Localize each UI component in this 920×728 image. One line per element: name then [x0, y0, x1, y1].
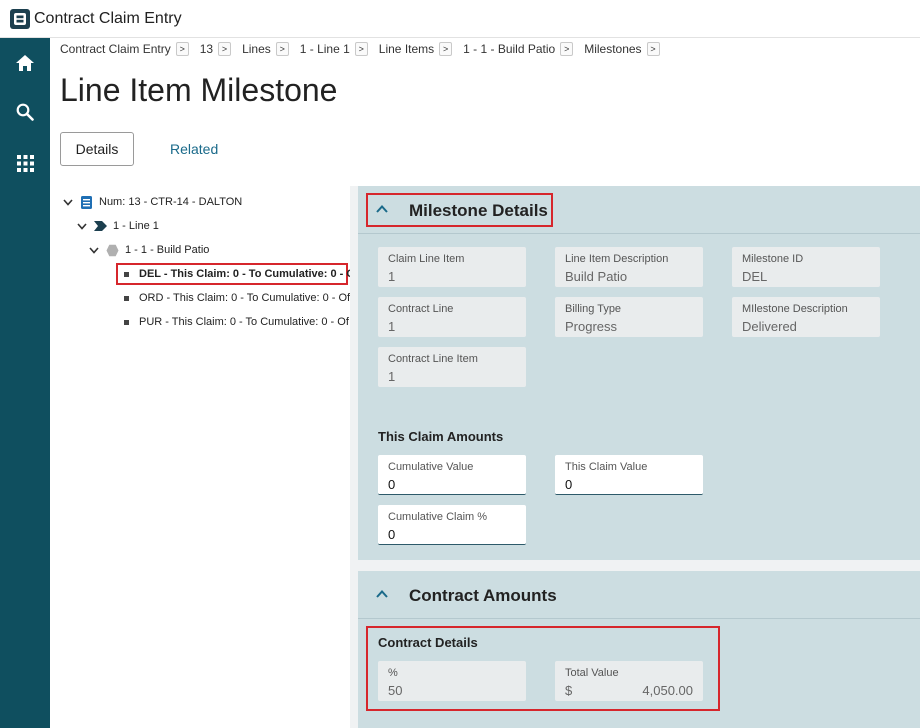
- field-label: Contract Line: [388, 303, 454, 315]
- field-label: Cumulative Claim %: [388, 511, 488, 523]
- record-tree: Num: 13 - CTR-14 - DALTON 1 - Line 1 1 -…: [60, 186, 359, 728]
- tree-line-label: 1 - Line 1: [113, 220, 159, 232]
- milestone-id-field: Milestone ID DEL: [732, 247, 880, 287]
- header-highlight: [366, 193, 553, 227]
- contract-amounts-title: Contract Amounts: [409, 586, 557, 605]
- chevron-right-icon[interactable]: >: [218, 42, 232, 56]
- percent-field: % 50: [378, 661, 526, 701]
- field-label: %: [388, 667, 398, 679]
- hexagon-icon: [106, 244, 119, 256]
- chevron-down-icon[interactable]: [88, 244, 100, 256]
- breadcrumb-line-1[interactable]: 1 - Line 1: [300, 42, 350, 56]
- field-label: MIlestone Description: [742, 303, 848, 315]
- tab-related[interactable]: Related: [170, 141, 218, 157]
- this-claim-value-input[interactable]: This Claim Value 0: [555, 455, 703, 495]
- chevron-down-icon[interactable]: [62, 196, 74, 208]
- contract-details-heading: Contract Details: [378, 635, 478, 650]
- cumulative-claim-pct-input[interactable]: Cumulative Claim % 0: [378, 505, 526, 545]
- bullet-icon: [124, 271, 129, 277]
- field-label: Total Value: [565, 667, 619, 679]
- tree-milestone-ord[interactable]: ORD - This Claim: 0 - To Cumulative: 0 -…: [124, 289, 350, 307]
- tree-root-label: Num: 13 - CTR-14 - DALTON: [99, 196, 243, 208]
- tree-node-root[interactable]: Num: 13 - CTR-14 - DALTON: [62, 193, 242, 211]
- chevron-right-icon[interactable]: >: [646, 42, 660, 56]
- line-tag-icon: [94, 221, 107, 231]
- tree-node-line[interactable]: 1 - Line 1: [76, 217, 159, 235]
- chevron-up-icon[interactable]: [375, 587, 389, 601]
- tab-details[interactable]: Details: [60, 132, 134, 166]
- field-value: 50: [388, 683, 403, 698]
- chevron-down-icon[interactable]: [76, 220, 88, 232]
- field-label: Contract Line Item: [388, 353, 478, 365]
- field-label: Claim Line Item: [388, 253, 465, 265]
- field-value: DEL: [742, 269, 768, 284]
- contract-amounts-section: Contract Amounts Contract Details % 50 T…: [358, 571, 920, 728]
- field-label: Milestone ID: [742, 253, 804, 265]
- field-value: Delivered: [742, 319, 797, 334]
- chevron-right-icon[interactable]: >: [354, 42, 368, 56]
- field-label: Line Item Description: [565, 253, 669, 265]
- app-logo-icon: [10, 8, 30, 29]
- contract-line-item-field: Contract Line Item 1: [378, 347, 526, 387]
- total-value-field: Total Value $ 4,050.00: [555, 661, 703, 701]
- bullet-icon: [124, 319, 129, 325]
- field-label: Billing Type: [565, 303, 622, 315]
- field-label: Cumulative Value: [388, 461, 474, 473]
- field-value[interactable]: 0: [388, 477, 395, 492]
- line-item-description-field: Line Item Description Build Patio: [555, 247, 703, 287]
- billing-type-field: Billing Type Progress: [555, 297, 703, 337]
- chevron-right-icon[interactable]: >: [439, 42, 453, 56]
- this-claim-amounts-heading: This Claim Amounts: [378, 429, 504, 444]
- field-label: This Claim Value: [565, 461, 648, 473]
- bullet-icon: [124, 295, 129, 301]
- contract-line-field: Contract Line 1: [378, 297, 526, 337]
- field-value: 4,050.00: [642, 683, 693, 698]
- chevron-right-icon[interactable]: >: [275, 42, 289, 56]
- chevron-right-icon[interactable]: >: [175, 42, 189, 56]
- tree-node-item[interactable]: 1 - 1 - Build Patio: [88, 241, 209, 259]
- tree-item-label: 1 - 1 - Build Patio: [125, 244, 210, 256]
- breadcrumb-line-items[interactable]: Line Items: [379, 42, 434, 56]
- field-value: 1: [388, 269, 396, 284]
- breadcrumb-lines[interactable]: Lines: [242, 42, 271, 56]
- app-title: Contract Claim Entry: [34, 9, 182, 27]
- tree-milestone-del[interactable]: DEL - This Claim: 0 - To Cumulative: 0 -…: [124, 265, 359, 283]
- left-nav: [0, 38, 50, 728]
- tree-milestone-label: ORD - This Claim: 0 - To Cumulative: 0 -…: [139, 292, 351, 304]
- search-icon[interactable]: [0, 92, 50, 132]
- home-icon[interactable]: [0, 43, 50, 83]
- field-value: Build Patio: [565, 269, 628, 284]
- currency-symbol: $: [565, 683, 573, 698]
- breadcrumb-contract-claim-entry[interactable]: Contract Claim Entry: [60, 42, 171, 56]
- milestone-details-section: Milestone Details Claim Line Item 1 Line…: [358, 186, 920, 560]
- field-value[interactable]: 0: [565, 477, 572, 492]
- cumulative-value-input[interactable]: Cumulative Value 0: [378, 455, 526, 495]
- tree-milestone-label: DEL - This Claim: 0 - To Cumulative: 0 -…: [139, 268, 359, 280]
- field-value[interactable]: 0: [388, 527, 395, 542]
- document-icon: [81, 195, 92, 209]
- breadcrumb-milestones[interactable]: Milestones: [584, 42, 641, 56]
- claim-line-item-field: Claim Line Item 1: [378, 247, 526, 287]
- contract-amounts-header[interactable]: Contract Amounts: [358, 571, 920, 619]
- details-panel: Milestone Details Claim Line Item 1 Line…: [350, 186, 920, 728]
- breadcrumb: Contract Claim Entry > 13 > Lines > 1 - …: [60, 41, 671, 57]
- field-value: 1: [388, 369, 396, 384]
- field-value: 1: [388, 319, 396, 334]
- chevron-right-icon[interactable]: >: [560, 42, 574, 56]
- tree-milestone-label: PUR - This Claim: 0 - To Cumulative: 0 -…: [139, 316, 349, 328]
- breadcrumb-claim-13[interactable]: 13: [200, 42, 213, 56]
- field-value: Progress: [565, 319, 618, 334]
- page-title: Line Item Milestone: [60, 72, 338, 108]
- title-bar: Contract Claim Entry: [0, 0, 920, 38]
- tree-milestone-pur[interactable]: PUR - This Claim: 0 - To Cumulative: 0 -…: [124, 313, 349, 331]
- breadcrumb-build-patio[interactable]: 1 - 1 - Build Patio: [463, 42, 555, 56]
- milestone-description-field: MIlestone Description Delivered: [732, 297, 880, 337]
- apps-grid-icon[interactable]: [0, 143, 50, 183]
